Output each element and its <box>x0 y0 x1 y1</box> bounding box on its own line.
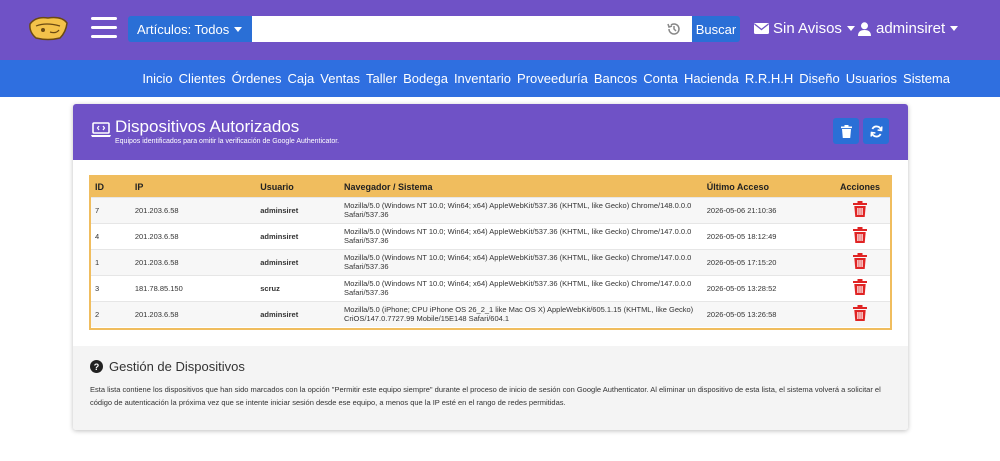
main-nav: Inicio Clientes Órdenes Caja Ventas Taller Bod… <box>0 60 1000 97</box>
col-ip[interactable]: IP <box>131 177 256 197</box>
cell-id: 4 <box>95 231 100 241</box>
col-browser[interactable]: Navegador / Sistema <box>340 177 703 197</box>
user-menu[interactable]: adminsiret <box>858 20 959 37</box>
cell-last-access: 2026-05-05 18:12:49 <box>706 231 777 241</box>
info-title: Gestión de Dispositivos <box>109 359 245 374</box>
chevron-down-icon <box>234 26 243 32</box>
user-icon <box>858 21 871 36</box>
nav-item-dise-o[interactable]: Diseño <box>799 71 839 86</box>
cell-user: scruz <box>260 283 280 293</box>
nav-item-usuarios[interactable]: Usuarios <box>846 71 897 86</box>
cell-ip: 201.203.6.58 <box>134 205 179 215</box>
envelope-icon <box>754 23 769 34</box>
cell-actions <box>830 249 890 275</box>
col-last-access[interactable]: Último Acceso <box>703 177 830 197</box>
cell-browser: Mozilla/5.0 (Windows NT 10.0; Win64; x64… <box>343 279 692 297</box>
question-icon: ? <box>90 360 103 373</box>
col-id[interactable]: ID <box>91 177 131 197</box>
cell-ip: 201.203.6.58 <box>134 231 179 241</box>
cell-id: 1 <box>95 257 100 267</box>
card-header: Dispositivos Autorizados Equipos identif… <box>73 104 908 160</box>
top-bar: Artículos: Todos Buscar Sin Avisos admin… <box>0 0 1000 60</box>
cell-actions <box>830 301 890 327</box>
nav-links: Inicio Clientes Órdenes Caja Ventas Taller Bod… <box>136 71 950 86</box>
cell-user: adminsiret <box>260 231 299 241</box>
article-filter-label: Artículos: Todos <box>137 21 230 37</box>
cell-browser: Mozilla/5.0 (Windows NT 10.0; Win64; x64… <box>343 253 692 271</box>
hamburger-icon[interactable] <box>91 17 117 39</box>
nav-item-caja[interactable]: Caja <box>288 71 315 86</box>
cell-last-access: 2026-05-05 13:28:52 <box>706 283 777 293</box>
nav-item-bodega[interactable]: Bodega <box>403 71 448 86</box>
trash-icon[interactable] <box>853 279 868 295</box>
cell-id: 7 <box>95 205 100 215</box>
device-icon <box>91 122 111 137</box>
search-button[interactable]: Buscar <box>692 16 740 42</box>
nav-item-inventario[interactable]: Inventario <box>454 71 511 86</box>
nav-item-inicio[interactable]: Inicio <box>142 71 172 86</box>
cell-actions <box>830 275 890 301</box>
cell-id: 2 <box>95 309 100 319</box>
nav-item-r-r-h-h[interactable]: R.R.H.H <box>745 71 793 86</box>
cell-actions <box>830 223 890 249</box>
trash-icon[interactable] <box>853 201 868 217</box>
cell-browser: Mozilla/5.0 (iPhone; CPU iPhone OS 26_2_… <box>343 305 694 324</box>
nav-item-proveedur-a[interactable]: Proveeduría <box>517 71 588 86</box>
nav-item-conta[interactable]: Conta <box>643 71 678 86</box>
nav-item--rdenes[interactable]: Órdenes <box>232 71 282 86</box>
nav-item-bancos[interactable]: Bancos <box>594 71 637 86</box>
nav-item-ventas[interactable]: Ventas <box>320 71 360 86</box>
cell-ip: 201.203.6.58 <box>134 309 179 319</box>
history-icon[interactable] <box>666 21 682 37</box>
cell-id: 3 <box>95 283 100 293</box>
trash-icon[interactable] <box>853 227 868 243</box>
trash-icon[interactable] <box>853 253 868 269</box>
col-actions: Acciones <box>840 181 881 192</box>
notices-dropdown[interactable]: Sin Avisos <box>754 20 855 37</box>
table-row: 1 201.203.6.58 adminsiret Mozilla/5.0 (Wind… <box>91 249 890 275</box>
cell-browser: Mozilla/5.0 (Windows NT 10.0; Win64; x64… <box>343 227 692 245</box>
chevron-down-icon <box>950 26 959 31</box>
table-row: 4 201.203.6.58 adminsiret Mozilla/5.0 (Wind… <box>91 223 890 249</box>
refresh-icon <box>869 125 883 137</box>
search-bar: Artículos: Todos Buscar <box>128 16 740 42</box>
cell-actions <box>830 197 890 223</box>
cell-user: adminsiret <box>260 205 299 215</box>
card-title: Dispositivos Autorizados <box>115 117 300 136</box>
cell-last-access: 2026-05-05 13:26:58 <box>706 309 777 319</box>
info-heading: ? Gestión de Dispositivos <box>90 359 245 374</box>
col-user[interactable]: Usuario <box>256 177 340 197</box>
table-row: 3 181.78.85.150 scruz Mozilla/5.0 (Windows … <box>91 275 890 301</box>
cell-ip: 181.78.85.150 <box>134 283 183 293</box>
user-name: adminsiret <box>876 20 946 37</box>
cell-user: adminsiret <box>260 309 299 319</box>
info-text: Esta lista contiene los dispositivos que… <box>90 385 881 407</box>
nav-item-sistema[interactable]: Sistema <box>903 71 950 86</box>
nav-item-taller[interactable]: Taller <box>366 71 397 86</box>
notices-label: Sin Avisos <box>773 20 842 37</box>
table-header-row: ID IP Usuario Navegador / Sistema Último… <box>91 177 890 197</box>
chevron-down-icon <box>846 26 855 31</box>
nav-item-hacienda[interactable]: Hacienda <box>684 71 739 86</box>
cell-last-access: 2026-05-06 21:10:36 <box>706 205 777 215</box>
card-subtitle: Equipos identificados para omitir la ver… <box>115 138 340 145</box>
devices-card: Dispositivos Autorizados Equipos identif… <box>73 104 908 430</box>
info-section: ? Gestión de Dispositivos Esta lista con… <box>73 346 908 430</box>
cell-user: adminsiret <box>260 257 299 267</box>
refresh-button[interactable] <box>863 118 889 144</box>
delete-all-button[interactable] <box>833 118 859 144</box>
table-row: 7 201.203.6.58 adminsiret Mozilla/5.0 (Wind… <box>91 197 890 223</box>
logo-icon[interactable] <box>26 14 70 42</box>
cell-ip: 201.203.6.58 <box>134 257 179 267</box>
table-row: 2 201.203.6.58 adminsiret Mozilla/5.0 (iPho… <box>91 301 890 327</box>
cell-last-access: 2026-05-05 17:15:20 <box>706 257 777 267</box>
cell-browser: Mozilla/5.0 (Windows NT 10.0; Win64; x64… <box>343 201 692 219</box>
trash-icon <box>840 124 852 138</box>
search-input[interactable] <box>252 16 692 42</box>
nav-item-clientes[interactable]: Clientes <box>179 71 226 86</box>
devices-table: ID IP Usuario Navegador / Sistema Último… <box>89 175 892 330</box>
trash-icon[interactable] <box>853 305 868 322</box>
article-filter-dropdown[interactable]: Artículos: Todos <box>128 16 253 42</box>
